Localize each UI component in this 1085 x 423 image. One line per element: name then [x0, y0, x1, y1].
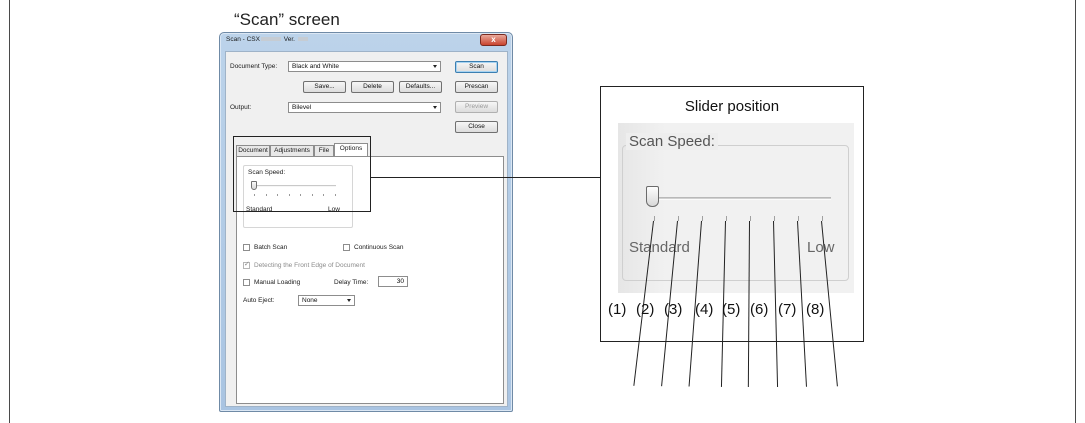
chevron-down-icon: [347, 299, 351, 302]
detect-front-edge-label: Detecting the Front Edge of Document: [254, 262, 365, 269]
zoomed-tick-8: [822, 216, 823, 221]
title-prefix: Scan - CSX: [226, 36, 260, 43]
auto-eject-value: None: [302, 297, 318, 304]
redacted-version: [297, 37, 308, 42]
delay-time-input[interactable]: 30: [378, 276, 408, 287]
document-type-label: Document Type:: [230, 63, 278, 70]
position-label-8: (8): [806, 301, 825, 318]
window-close-button[interactable]: x: [480, 34, 507, 46]
zoomed-tick-3: [702, 216, 703, 221]
position-label-7: (7): [778, 301, 797, 318]
title-version: Ver.: [283, 36, 295, 43]
position-label-4: (4): [695, 301, 714, 318]
zoomed-scan-speed-label: Scan Speed:: [626, 133, 718, 150]
scan-button[interactable]: Scan: [455, 61, 498, 73]
manual-loading-checkbox[interactable]: [243, 279, 250, 286]
highlight-box: [233, 136, 371, 212]
zoomed-min-label: Standard: [629, 239, 690, 256]
position-label-1: (1): [608, 301, 627, 318]
zoomed-tick-5: [750, 216, 751, 221]
chevron-down-icon: [433, 106, 437, 109]
save-button[interactable]: Save...: [303, 81, 346, 93]
callout-connector-line: [371, 177, 600, 179]
chevron-down-icon: [433, 65, 437, 68]
screen-caption: “Scan” screen: [234, 10, 340, 29]
window-body: Document Type: Black and White Scan Save…: [225, 51, 508, 407]
continuous-scan-checkbox[interactable]: [343, 244, 350, 251]
zoomed-tick-7: [798, 216, 799, 221]
output-select[interactable]: Bilevel: [288, 102, 441, 113]
detect-front-edge-checkbox[interactable]: [243, 260, 250, 269]
redacted-model: [260, 37, 281, 42]
zoomed-slider-track: [647, 197, 831, 200]
preview-button[interactable]: Preview: [455, 101, 498, 113]
manual-loading-label: Manual Loading: [254, 279, 301, 286]
continuous-scan-label: Continuous Scan: [354, 244, 404, 251]
zoomed-max-label: Low: [807, 239, 835, 256]
zoomed-tick-1: [654, 216, 655, 221]
position-label-2: (2): [636, 301, 655, 318]
position-label-6: (6): [750, 301, 769, 318]
callout-title: Slider position: [684, 98, 780, 115]
output-label: Output:: [230, 104, 252, 111]
position-label-5: (5): [722, 301, 741, 318]
delay-time-label: Delay Time:: [334, 279, 369, 286]
zoomed-tick-2: [678, 216, 679, 221]
batch-scan-label: Batch Scan: [254, 244, 288, 251]
auto-eject-select[interactable]: None: [298, 295, 355, 306]
zoomed-scan-speed-group: Standard Low: [622, 145, 849, 281]
window-title: Scan - CSX Ver.: [226, 36, 309, 43]
zoomed-panel: Standard Low Scan Speed:: [618, 123, 854, 293]
document-type-value: Black and White: [292, 63, 339, 70]
zoomed-tick-6: [774, 216, 775, 221]
figure-frame: [9, 0, 1076, 423]
delete-button[interactable]: Delete: [351, 81, 394, 93]
output-value: Bilevel: [292, 104, 312, 111]
zoomed-tick-4: [726, 216, 727, 221]
document-type-select[interactable]: Black and White: [288, 61, 441, 72]
scan-window: Scan - CSX Ver. x Document Type: Black a…: [219, 32, 513, 412]
prescan-button[interactable]: Prescan: [455, 81, 498, 93]
close-button[interactable]: Close: [455, 121, 498, 133]
position-label-3: (3): [664, 301, 683, 318]
zoomed-slider-thumb: [646, 186, 659, 207]
auto-eject-label: Auto Eject:: [243, 297, 275, 304]
defaults-button[interactable]: Defaults...: [399, 81, 442, 93]
batch-scan-checkbox[interactable]: [243, 244, 250, 251]
